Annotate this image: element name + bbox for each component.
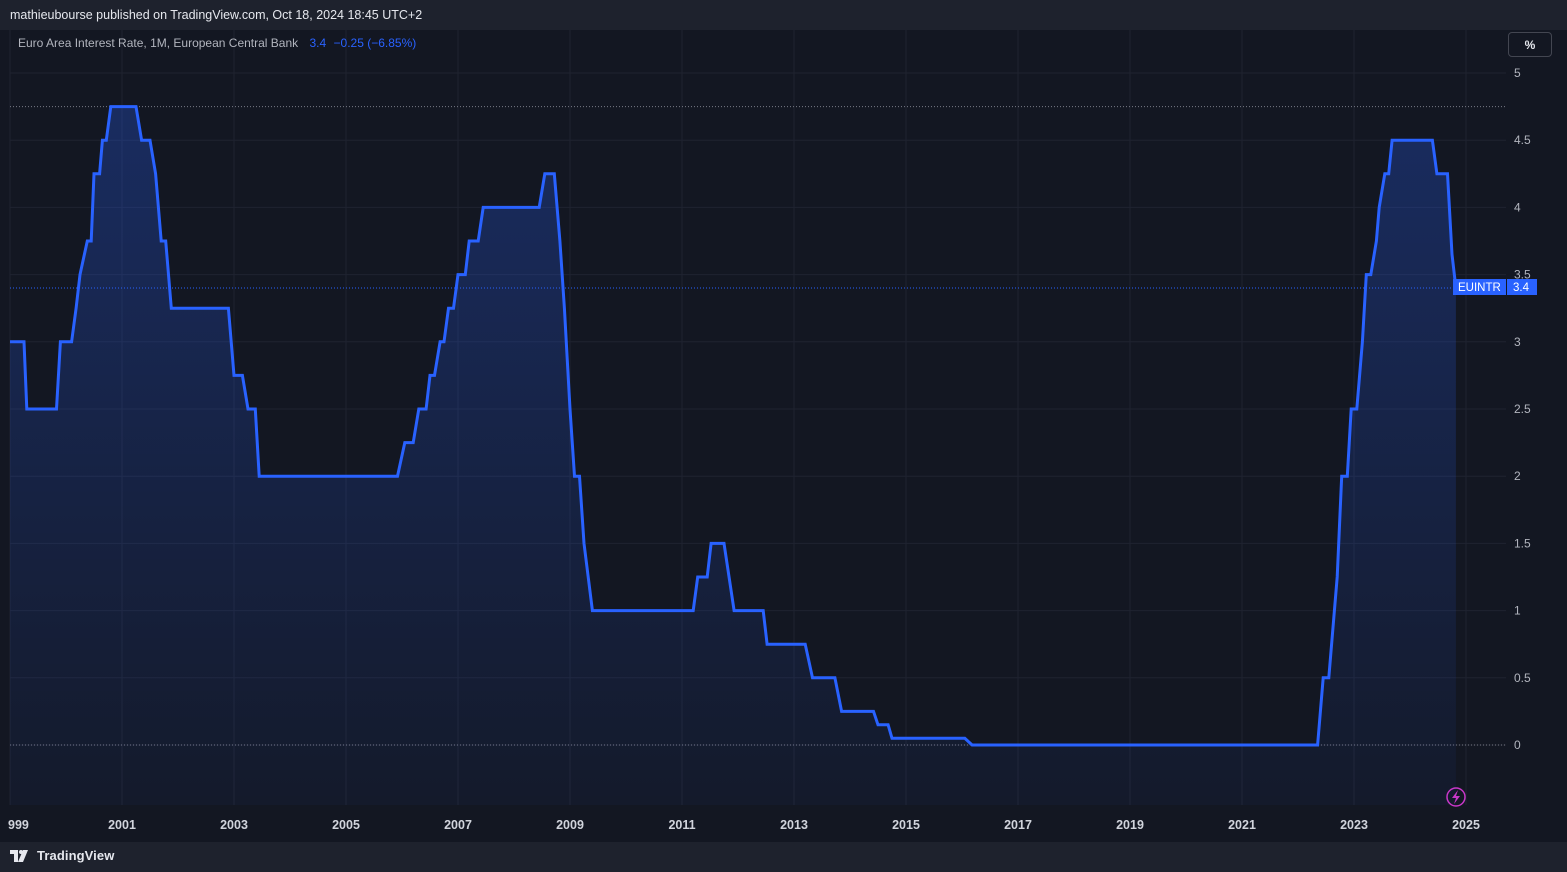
percent-scale-button[interactable]: %: [1508, 32, 1552, 57]
y-tick-label: 0: [1514, 738, 1521, 752]
x-tick-label: 2015: [892, 818, 920, 832]
x-tick-label: 2025: [1452, 818, 1480, 832]
x-tick-label: 2011: [668, 818, 695, 832]
y-tick-label: 0.5: [1514, 671, 1531, 685]
x-tick-label: 2009: [556, 818, 584, 832]
y-tick-label: 4.5: [1514, 133, 1531, 147]
legend-title: Euro Area Interest Rate, 1M, European Ce…: [18, 36, 299, 50]
series-area: [10, 106, 1456, 806]
footer: TradingView: [0, 842, 1567, 872]
tradingview-logo-icon: [10, 849, 28, 862]
x-tick-label: 2007: [444, 818, 472, 832]
footer-brand-text: TradingView: [37, 848, 115, 863]
tradingview-brand[interactable]: TradingView: [10, 848, 114, 863]
y-tick-label: 1.5: [1514, 536, 1531, 550]
x-axis-ticks: 999 2001 2003 2005 2007 2009 2011 2013 2015 2017 2…: [8, 818, 1480, 832]
x-tick-label: 2005: [332, 818, 360, 832]
x-tick-label: 999: [8, 818, 29, 832]
y-tick-label: 1: [1514, 604, 1521, 618]
x-tick-label: 2021: [1228, 818, 1256, 832]
x-tick-label: 2017: [1004, 818, 1032, 832]
y-axis-ticks: 00.511.522.533.544.55: [1514, 66, 1531, 752]
x-tick-label: 2013: [780, 818, 808, 832]
chart-svg[interactable]: 00.511.522.533.544.55 999 2001 2003 2005 200…: [0, 0, 1567, 872]
last-price-tag: EUINTR 3.4: [1453, 279, 1537, 295]
x-tick-label: 2023: [1340, 818, 1368, 832]
x-tick-label: 2019: [1116, 818, 1144, 832]
y-tick-label: 5: [1514, 66, 1521, 80]
legend-value: 3.4: [309, 36, 327, 50]
y-tick-label: 3: [1514, 335, 1521, 349]
x-tick-label: 2003: [220, 818, 248, 832]
y-tick-label: 4: [1514, 200, 1521, 214]
legend-change: −0.25 (−6.85%): [333, 36, 417, 50]
series-legend[interactable]: Euro Area Interest Rate, 1M, European Ce…: [18, 36, 420, 50]
y-tick-label: 2: [1514, 469, 1521, 483]
y-tick-label: 2.5: [1514, 402, 1531, 416]
x-tick-label: 2001: [108, 818, 136, 832]
price-tag-symbol: EUINTR: [1458, 282, 1501, 294]
price-tag-value: 3.4: [1513, 282, 1530, 294]
